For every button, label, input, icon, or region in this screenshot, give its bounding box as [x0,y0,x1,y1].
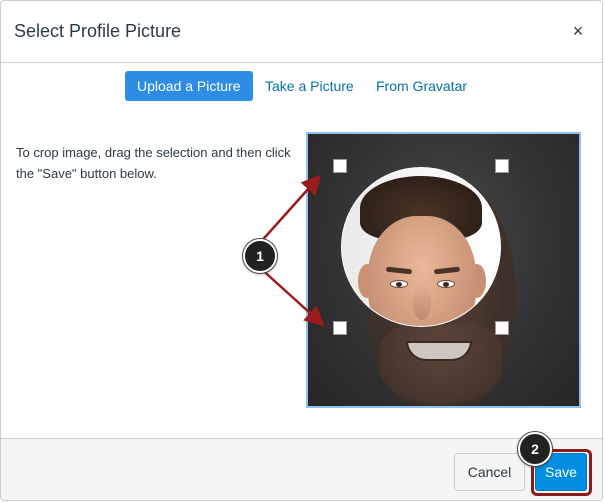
crop-instructions: To crop image, drag the selection and th… [16,145,291,181]
dialog-footer: Cancel Save [1,438,602,500]
crop-handle-bottom-left-icon[interactable] [333,321,347,335]
crop-selection-circle[interactable] [341,167,501,327]
crop-handle-bottom-right-icon[interactable] [495,321,509,335]
crop-handle-top-left-icon[interactable] [333,159,347,173]
face-nose [413,286,431,320]
photo-smile [406,341,472,361]
close-icon[interactable]: × [568,21,588,41]
dialog-title: Select Profile Picture [14,21,182,41]
face-left-eye [390,280,408,288]
tab-take-a-picture[interactable]: Take a Picture [265,71,354,101]
cancel-button[interactable]: Cancel [454,453,525,491]
photo-lower-face [380,324,502,404]
dialog-header: Select Profile Picture × [1,1,602,63]
callout-badge-2: 2 [518,432,552,466]
tab-upload-a-picture[interactable]: Upload a Picture [125,71,253,101]
select-profile-picture-dialog: Select Profile Picture × Upload a Pictur… [0,0,603,501]
callout-badge-1: 1 [243,239,277,273]
tab-from-gravatar[interactable]: From Gravatar [376,71,467,101]
crop-area[interactable] [306,132,581,408]
crop-handle-top-right-icon[interactable] [495,159,509,173]
face-right-eye [437,280,455,288]
